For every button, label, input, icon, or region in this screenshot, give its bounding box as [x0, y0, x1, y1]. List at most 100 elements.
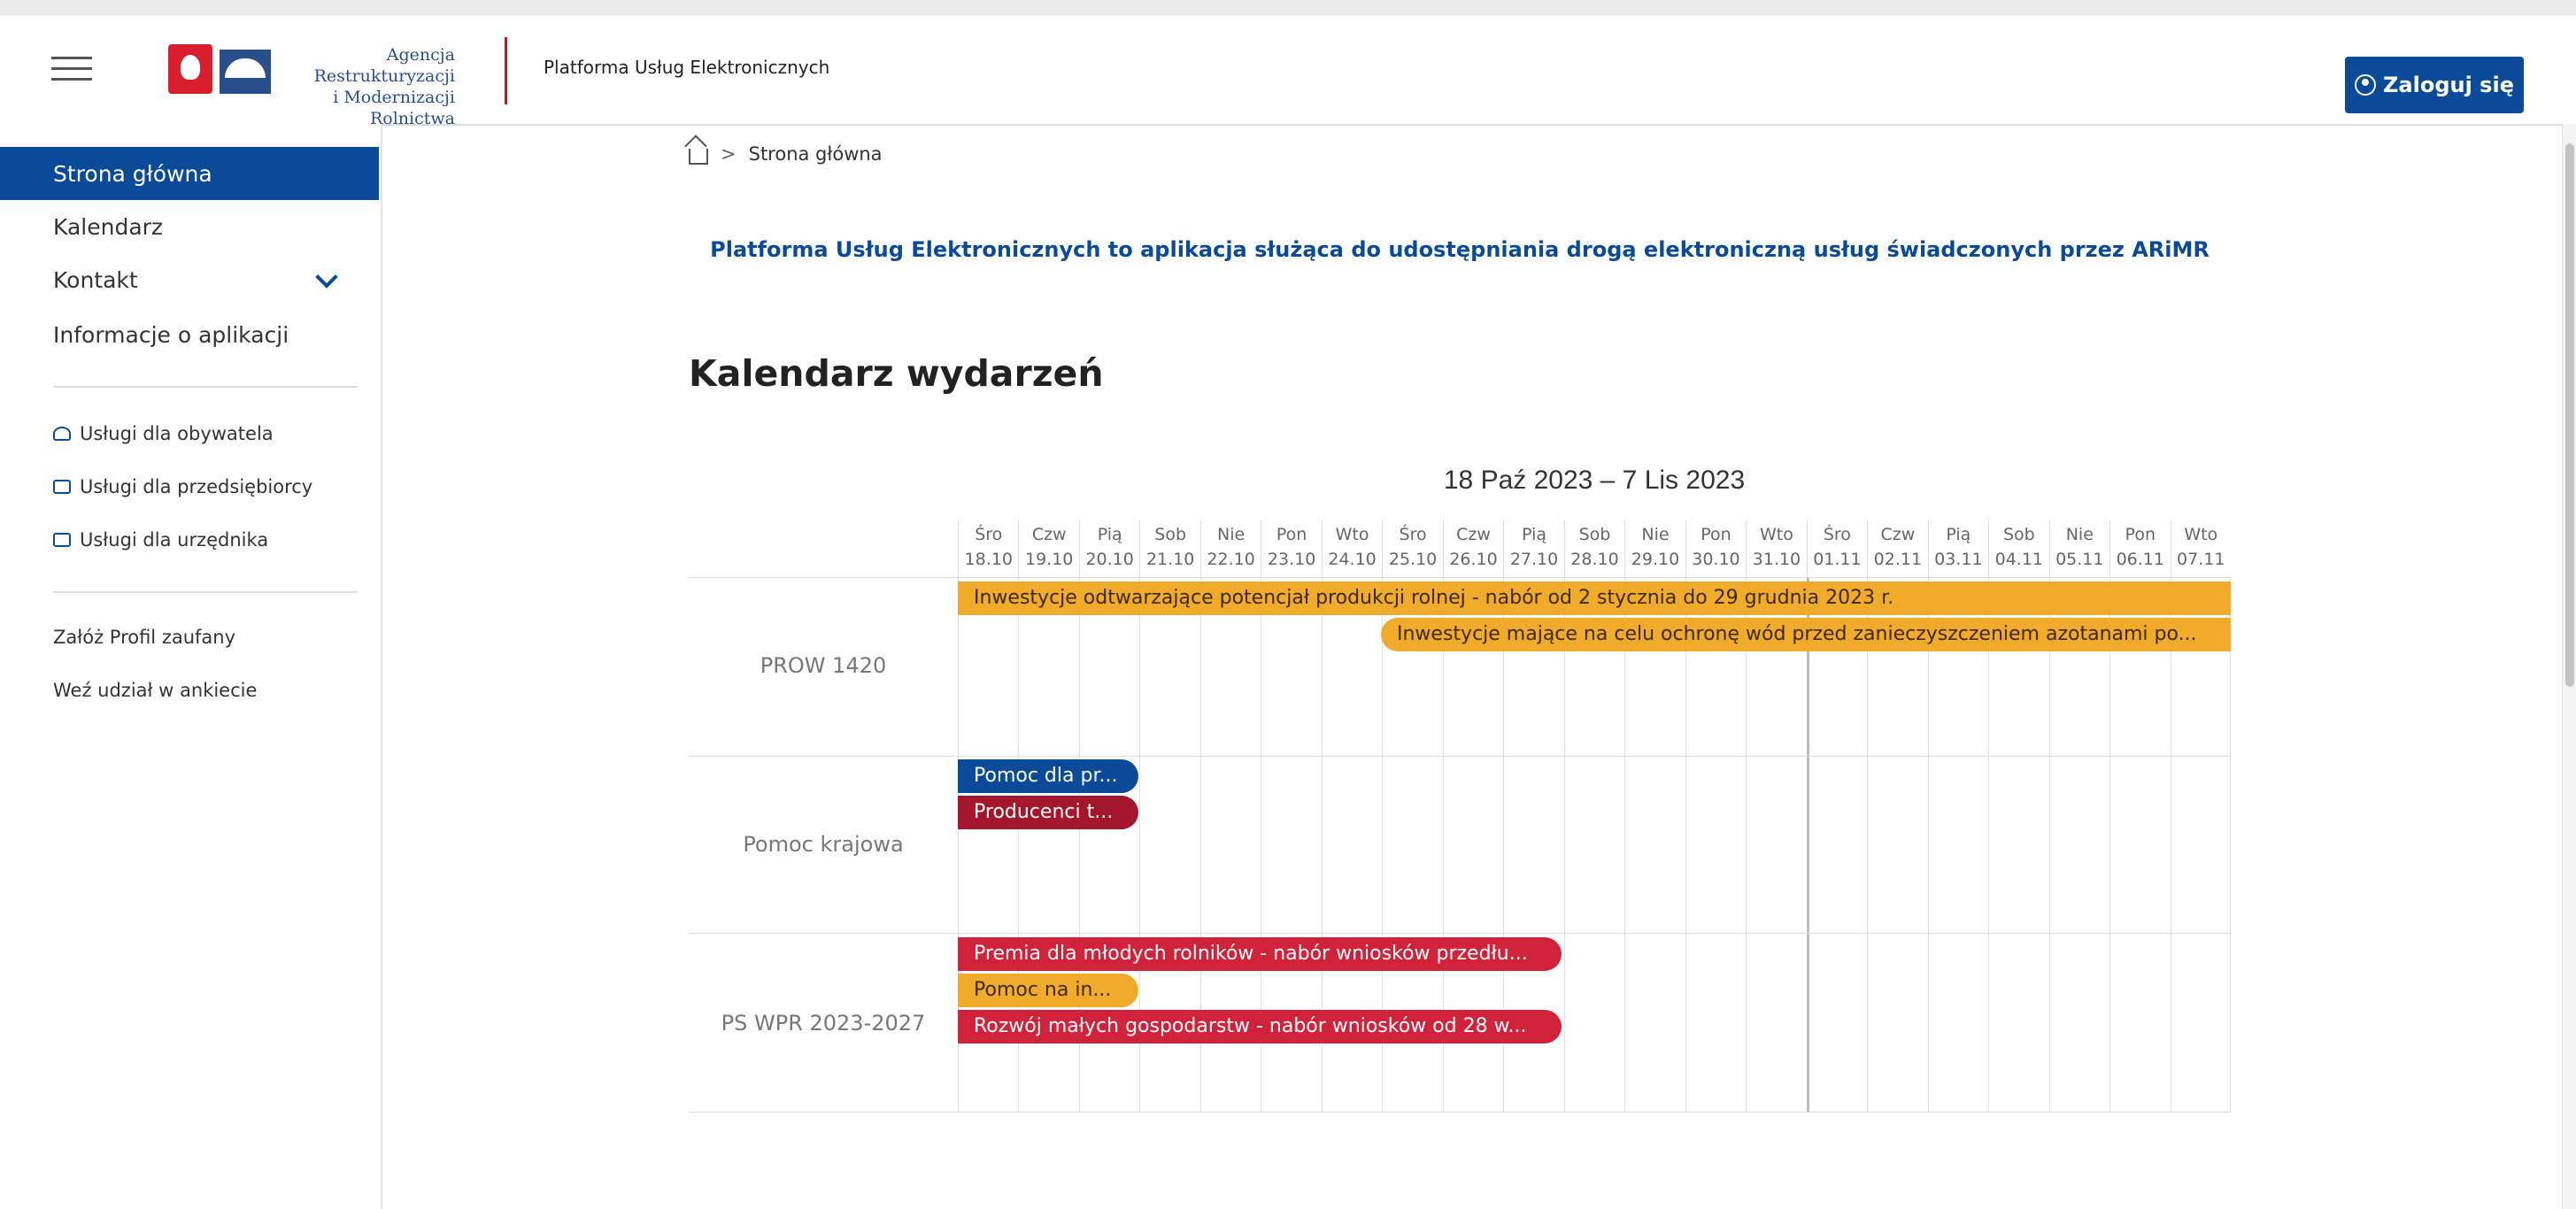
service-label: Usługi dla obywatela — [80, 423, 274, 444]
day-of-week: Wto — [1335, 525, 1369, 544]
day-of-week: Śro — [1399, 525, 1427, 544]
logo-text: Agencja Restrukturyzacji i Modernizacji … — [280, 44, 455, 129]
day-of-week: Pon — [1276, 525, 1307, 544]
sidebar-item-label: Informacje o aplikacji — [53, 321, 289, 348]
day-header-cell: Wto 07.11 — [2170, 520, 2231, 577]
calendar-event[interactable]: Pomoc dla pr... — [958, 759, 1138, 793]
day-header-cell: Czw 19.10 — [1018, 520, 1078, 577]
login-label: Zaloguj się — [2383, 73, 2514, 97]
sidebar-item-label: Kontakt — [53, 266, 138, 293]
day-header-cell: Pon 23.10 — [1261, 520, 1321, 577]
group-divider — [689, 1112, 2231, 1113]
calendar-event[interactable]: Inwestycje mające na celu ochronę wód pr… — [1381, 618, 2231, 651]
trusted-profile-link[interactable]: Załóż Profil zaufany — [53, 627, 235, 648]
grid-line — [2109, 577, 2111, 1112]
arimr-logo[interactable]: ARiMR Agencja Restrukturyzacji i Moderni… — [168, 42, 460, 128]
day-header-cell: Nie 29.10 — [1624, 520, 1685, 577]
calendar-range: 18 Paź 2023 – 7 Lis 2023 — [1443, 466, 1746, 495]
sidebar-divider — [53, 591, 358, 593]
service-label: Usługi dla przedsiębiorcy — [80, 476, 313, 497]
day-date: 21.10 — [1145, 550, 1195, 569]
arimr-badge-icon: ARiMR — [220, 50, 300, 96]
header-divider — [505, 37, 507, 104]
sidebar-item-about[interactable]: Informacje o aplikacji — [0, 308, 379, 361]
day-header-cell: Nie 05.11 — [2048, 520, 2109, 577]
grid-line — [1927, 577, 1929, 1112]
grid-line — [1563, 577, 1565, 1112]
day-header-cell: Sob 21.10 — [1139, 520, 1199, 577]
chevron-down-icon[interactable] — [315, 266, 338, 289]
day-date: 02.11 — [1873, 550, 1923, 569]
day-of-week: Nie — [1641, 525, 1670, 544]
sidebar-item-calendar[interactable]: Kalendarz — [0, 200, 379, 253]
calendar-event[interactable]: Premia dla młodych rolników - nabór wnio… — [958, 937, 1562, 971]
day-of-week: Pon — [1701, 525, 1731, 544]
laptop-icon — [53, 533, 71, 547]
sidebar-item-contact[interactable]: Kontakt — [0, 253, 379, 306]
home-icon[interactable] — [689, 149, 708, 165]
sidebar-service-business[interactable]: Usługi dla przedsiębiorcy — [53, 476, 312, 497]
login-button[interactable]: Zaloguj się — [2345, 57, 2524, 113]
day-of-week: Wto — [2184, 525, 2218, 544]
intro-text: Platforma Usług Elektronicznych to aplik… — [710, 237, 2210, 262]
calendar-event[interactable]: Producenci t... — [958, 796, 1138, 829]
service-label: Usługi dla urzędnika — [80, 529, 269, 551]
day-of-week: Czw — [1031, 525, 1067, 544]
day-of-week: Sob — [1154, 525, 1187, 544]
sidebar-item-home[interactable]: Strona główna — [0, 147, 379, 200]
menu-icon[interactable] — [51, 57, 92, 83]
day-header-cell: Śro 25.10 — [1382, 520, 1442, 577]
day-header-cell: Pon 30.10 — [1685, 520, 1746, 577]
group-label-national-aid: Pomoc krajowa — [743, 832, 904, 857]
scrollbar-thumb[interactable] — [2565, 143, 2574, 687]
day-date: 07.11 — [2177, 550, 2225, 569]
day-of-week: Czw — [1880, 525, 1916, 544]
day-of-week: Pią — [1946, 525, 1971, 544]
app-name[interactable]: Platforma Usług Elektronicznych — [544, 57, 829, 78]
calendar-event[interactable]: Pomoc na in... — [958, 974, 1138, 1007]
day-of-week: Pią — [1522, 525, 1546, 544]
day-date: 20.10 — [1085, 550, 1134, 569]
day-of-week: Śro — [975, 525, 1003, 544]
survey-link[interactable]: Weź udział w ankiecie — [53, 680, 257, 701]
sidebar-item-label: Kalendarz — [53, 213, 164, 240]
day-header-cell: Śro 01.11 — [1806, 520, 1867, 577]
day-header-cell: Pią 03.11 — [1927, 520, 1988, 577]
day-date: 31.10 — [1752, 550, 1801, 569]
today-line — [1806, 577, 1809, 1112]
calendar-day-header: Śro 18.10 Czw 19.10 Pią 20.10 Sob 21.10 Nie 22.10… — [958, 520, 2231, 577]
eagle-emblem-icon — [168, 44, 212, 94]
group-divider — [689, 577, 2231, 578]
sidebar: Strona główna Kalendarz Kontakt Informac… — [0, 124, 382, 1209]
day-header-cell: Pią 20.10 — [1078, 520, 1139, 577]
sidebar-service-citizen[interactable]: Usługi dla obywatela — [53, 423, 274, 444]
day-of-week: Nie — [2065, 525, 2094, 544]
day-date: 29.10 — [1631, 550, 1680, 569]
sidebar-divider — [53, 386, 358, 388]
grid-line — [2230, 577, 2231, 1112]
calendar-event[interactable]: Rozwój małych gospodarstw - nabór wniosk… — [958, 1010, 1562, 1043]
group-divider — [689, 933, 2231, 934]
grid-line — [1685, 577, 1686, 1112]
day-date: 19.10 — [1025, 550, 1074, 569]
breadcrumb-separator: > — [721, 143, 737, 165]
day-date: 28.10 — [1570, 550, 1619, 569]
day-date: 27.10 — [1509, 550, 1559, 569]
briefcase-icon — [53, 480, 71, 494]
day-date: 01.11 — [1813, 550, 1862, 569]
calendar-event[interactable]: Inwestycje odtwarzające potencjał produk… — [958, 581, 2231, 615]
sidebar-service-official[interactable]: Usługi dla urzędnika — [53, 529, 268, 551]
day-date: 06.11 — [2116, 550, 2164, 569]
group-label-prow: PROW 1420 — [760, 653, 887, 678]
day-date: 30.10 — [1692, 550, 1740, 569]
page-scrollbar[interactable] — [2562, 124, 2576, 1209]
breadcrumb: > Strona główna — [689, 143, 883, 165]
grid-line — [2048, 577, 2050, 1112]
day-header-cell: Wto 24.10 — [1321, 520, 1382, 577]
logo-line-2: i Modernizacji Rolnictwa — [333, 88, 455, 128]
day-of-week: Pią — [1097, 525, 1122, 544]
day-of-week: Czw — [1456, 525, 1491, 544]
day-date: 05.11 — [2055, 550, 2104, 569]
sidebar-item-label: Strona główna — [53, 160, 212, 187]
user-circle-icon — [2355, 74, 2377, 96]
